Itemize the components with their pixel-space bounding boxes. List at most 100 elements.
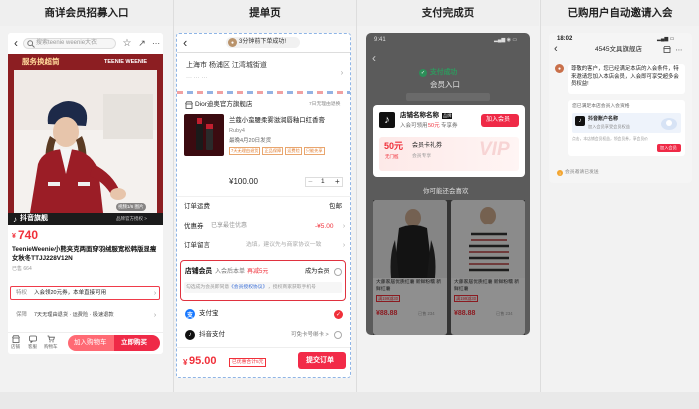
invite-card-hint: 点击，本店铺会员权益，领会员券，享会员价 <box>572 137 648 141</box>
toast-text: 3分钟前下单成功! <box>239 39 287 45</box>
store-sub-prefix: 入会可领用 <box>400 123 428 129</box>
column-header: 支付完成页 <box>357 0 539 26</box>
coupon-label[interactable]: 优惠券 <box>184 222 204 231</box>
store-icon <box>184 100 193 109</box>
address-stripe <box>177 91 350 94</box>
check-icon[interactable]: ✓ <box>334 310 343 319</box>
more-icon[interactable]: ⋯ <box>150 37 162 49</box>
search-placeholder: 搜索teenie weenie大衣 <box>36 40 98 46</box>
column-checkout: 提单页 ‹ ● 3分钟前下单成功! 上海市 杨浦区 江湾城街道 ··· ··· … <box>174 0 356 409</box>
section-line <box>177 196 350 197</box>
store-badge: 品牌 <box>442 113 453 119</box>
avatar: ● <box>228 38 237 47</box>
star-icon[interactable]: ☆ <box>121 37 133 49</box>
douyin-icon: ♪ <box>13 214 17 224</box>
store-icon[interactable] <box>662 45 672 54</box>
status-icons: ▂▄▆ ◉ ▭ <box>494 37 518 43</box>
total-prefix: ¥ <box>183 358 188 367</box>
nav-store-label: 店铺 <box>11 344 20 349</box>
invite-card-name: 抖音账户名称 <box>588 116 619 122</box>
store-tag: 7日无理由退换 <box>309 102 341 107</box>
coupon-name: 会员卡礼券 <box>412 143 443 149</box>
perk-label: 特权 <box>16 290 28 296</box>
product-title: 兰蔻小蛮腰柔雾滋润唇釉口红香膏 <box>229 117 325 124</box>
back-button[interactable]: ‹ <box>183 35 187 51</box>
member-entry-title: 会员入口 <box>430 80 460 89</box>
store-sub-amount: 50元 <box>428 123 440 129</box>
store-name: Dior迪奥官方旗舰店 <box>195 101 253 108</box>
chevron-right-icon: › <box>153 289 157 297</box>
member-agreement-link[interactable]: 《会员授权协议》 <box>229 282 267 293</box>
address-line1[interactable]: 上海市 杨浦区 江湾城街道 <box>186 61 267 71</box>
info-icon: ! <box>557 170 563 176</box>
chat-phone: 18:02 ▂▄▆ ▭ ‹ 4545文具旗舰店 ⋯ ● 尊敬的客户，您已经满足本… <box>549 33 692 183</box>
back-button[interactable]: ‹ <box>554 43 558 56</box>
success-icon: ✓ <box>419 69 427 77</box>
payment-alipay[interactable]: 支付宝 <box>199 309 219 319</box>
chat-icon[interactable] <box>28 334 38 344</box>
sold-count: 已售 664 <box>12 266 32 272</box>
column-payment-success: 支付完成页 9:41 ▂▄▆ ◉ ▭ ‹ ✓ 支付成功 会员入口 ♪ 店铺名称名… <box>357 0 539 409</box>
product-detail-phone: ‹ 搜索teenie weenie大衣 ☆ ↗ ⋯ 服务换超筒 TEENIE W… <box>8 33 163 354</box>
column-product-detail: 商详会员招募入口 ‹ 搜索teenie weenie大衣 ☆ ↗ ⋯ 服务换超筒… <box>0 0 173 409</box>
coupon-sub: 已享最佳优惠 <box>211 223 248 229</box>
douyin-logo-icon: ♪ <box>575 116 585 126</box>
product-price: ¥100.00 <box>229 177 258 186</box>
shipping-label: 订单运费 <box>184 203 210 210</box>
pay-success-text: 支付成功 <box>430 69 458 76</box>
remark-input[interactable]: 选填，建议先与商家协议一致 <box>246 241 321 250</box>
photo-counter: 视频1/6 图片 <box>116 203 146 211</box>
status-icons: ▂▄▆ ▭ <box>657 36 675 42</box>
nav-service-label: 客服 <box>28 344 37 349</box>
store-avatar: ● <box>555 64 564 73</box>
bottom-strip <box>0 392 699 409</box>
member-sub-red: 再减5元 <box>247 269 269 275</box>
alipay-icon: 支 <box>185 309 195 319</box>
minus-icon[interactable]: − <box>308 176 313 187</box>
price: 740 <box>18 228 39 242</box>
member-note-suffix: ，授权商家获取手机号 <box>268 285 316 290</box>
chat-title: 4545文具旗舰店 <box>595 46 642 53</box>
cart-icon[interactable] <box>46 334 56 344</box>
cloud-decoration <box>660 115 678 131</box>
share-icon[interactable]: ↗ <box>136 37 148 49</box>
back-icon[interactable]: ‹ <box>10 36 22 50</box>
chevron-right-icon: › <box>153 311 157 319</box>
join-member-label: 加入会员 <box>660 145 677 150</box>
column-header: 提单页 <box>174 0 356 26</box>
checkout-phone: ‹ ● 3分钟前下单成功! 上海市 杨浦区 江湾城街道 ··· ··· ··· … <box>176 33 351 378</box>
store-icon[interactable] <box>11 334 21 344</box>
quantity-value: 1 <box>321 178 325 185</box>
chevron-right-icon: › <box>342 223 346 230</box>
product-thumbnail[interactable] <box>184 114 224 156</box>
product-ship: 最晚4月20日发货 <box>229 138 272 144</box>
product-tag: 7天无理由退货 <box>229 147 261 155</box>
dim-bar <box>406 93 490 101</box>
invite-card-label: 您已满足本店会员入会资格 <box>572 104 630 109</box>
total-price: 95.00 <box>189 355 217 367</box>
more-icon[interactable]: ⋯ <box>674 45 684 54</box>
product-title: TeenieWeenie小熊夹克两面穿羽绒服宽松韩版显瘦女秋冬TTJJ228V1… <box>12 246 157 262</box>
douyin-pay-icon: ♪ <box>185 330 195 340</box>
radio[interactable] <box>334 331 342 339</box>
product-spec: Ruby4 <box>229 128 245 134</box>
product-image[interactable] <box>8 54 163 213</box>
price-symbol: ¥ <box>12 233 16 240</box>
coupon-value[interactable]: -¥5.00 <box>315 222 333 231</box>
add-to-cart-label: 加入购物车 <box>74 339 107 346</box>
guarantee-text: 7天无理由退货 · 运费险 · 极速退款 <box>34 312 114 318</box>
member-checkbox[interactable] <box>334 268 342 276</box>
member-cta: 成为会员 <box>305 268 330 275</box>
member-sub-prefix: 入会后本单 <box>215 269 246 275</box>
shipping-value: 包邮 <box>329 203 342 210</box>
product-tag: 只能先享 <box>303 147 325 155</box>
payment-douyin[interactable]: 抖音支付 <box>199 330 225 340</box>
total-note: 已优惠合计5元 <box>229 358 267 367</box>
product-tag: 运费险 <box>285 147 302 155</box>
member-label: 店铺会员 <box>185 268 213 275</box>
back-button[interactable]: ‹ <box>372 51 376 65</box>
column-header: 商详会员招募入口 <box>0 0 173 26</box>
payment-douyin-sub: 可免卡号绑卡 > <box>291 332 329 338</box>
plus-icon[interactable]: + <box>335 176 340 187</box>
header-line <box>177 52 350 53</box>
